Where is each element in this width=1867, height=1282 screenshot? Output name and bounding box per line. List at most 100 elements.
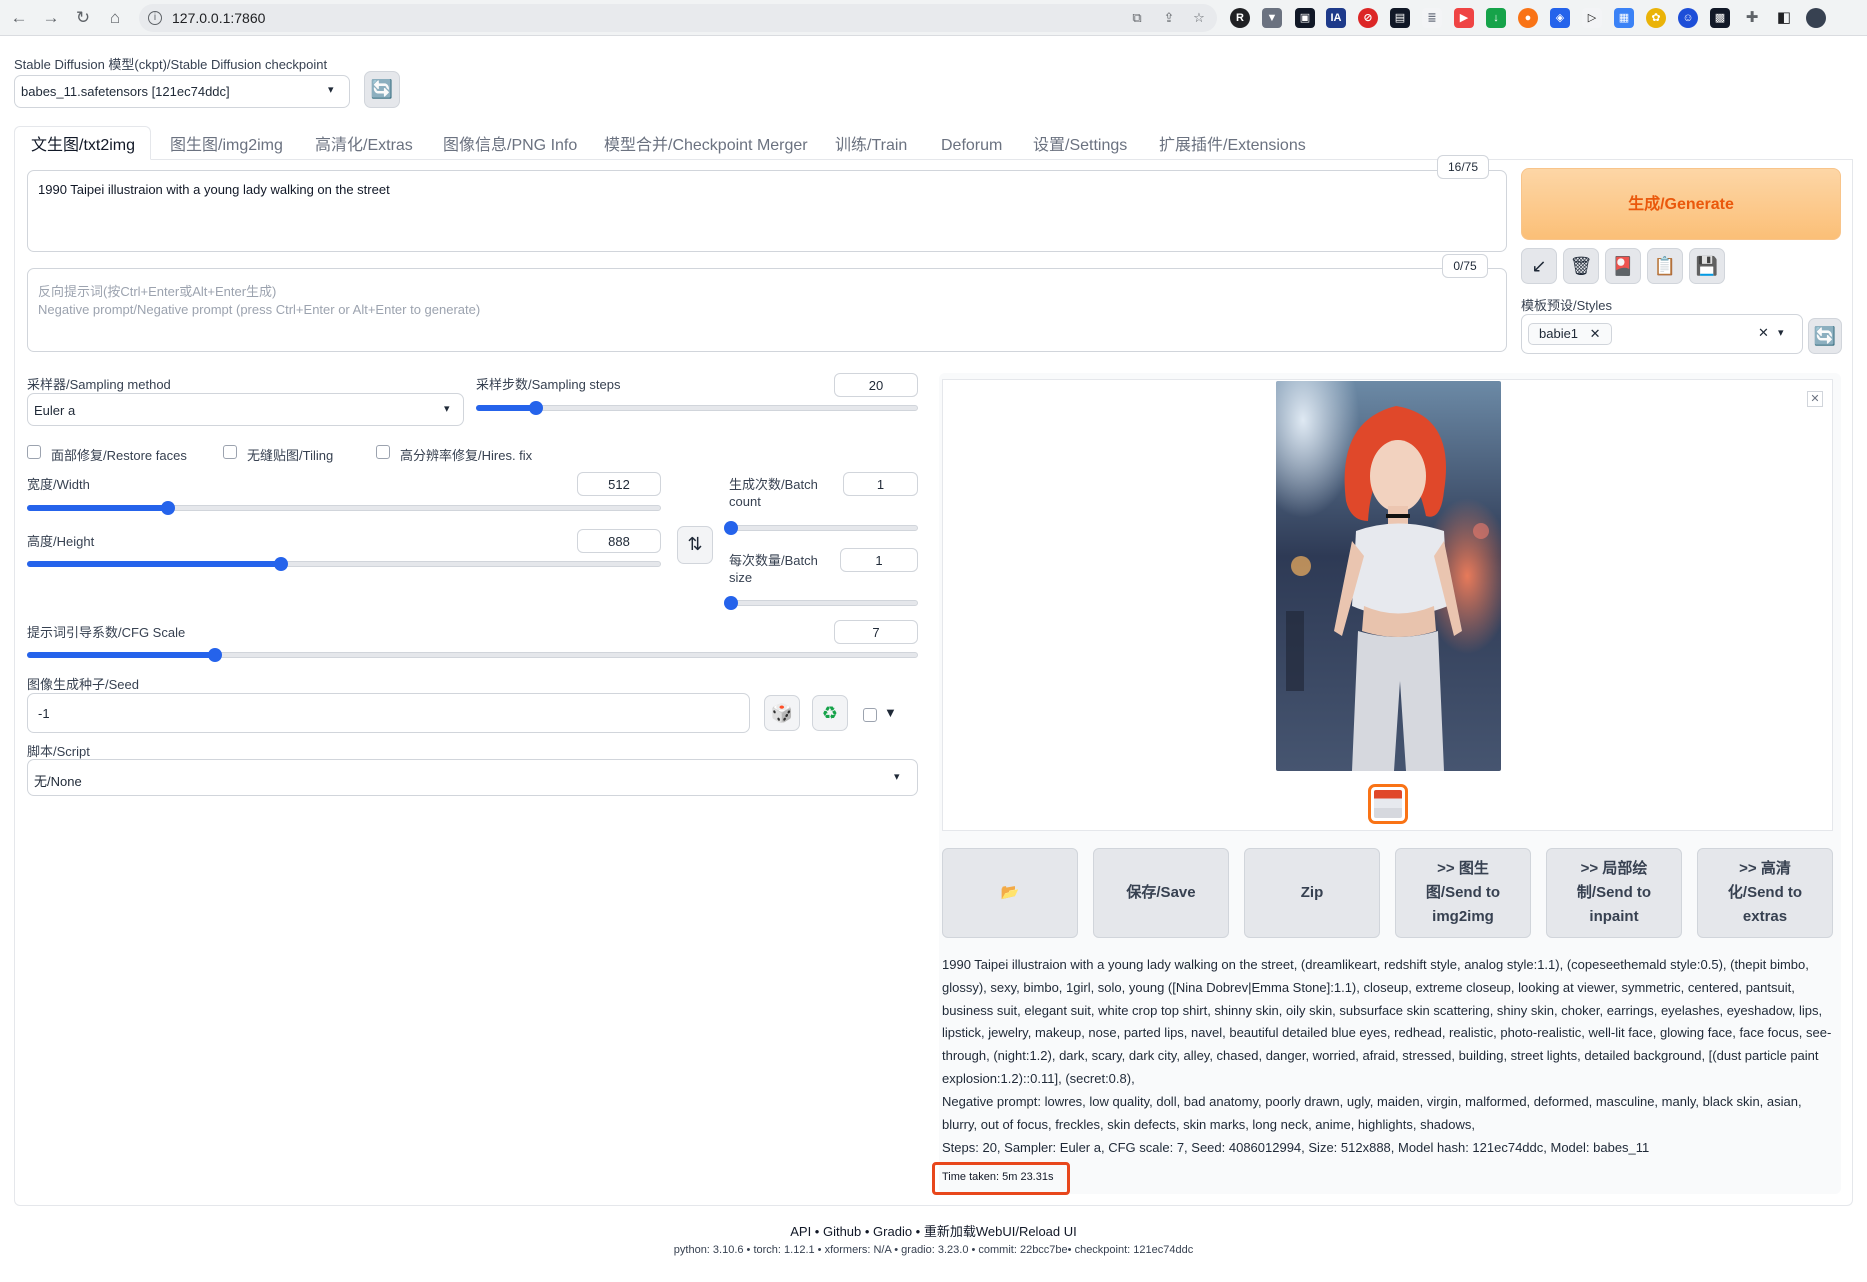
slider-handle[interactable] — [207, 648, 222, 662]
paste-params-button[interactable]: ↙ — [1521, 248, 1557, 284]
chevron-down-icon: ▾ — [894, 771, 900, 783]
extension-ia-icon[interactable]: IA — [1326, 8, 1346, 28]
refresh-checkpoint-button[interactable]: 🔄 — [364, 71, 400, 108]
slider-handle[interactable] — [273, 557, 288, 571]
batch-count-input[interactable]: 1 — [843, 472, 918, 496]
open-folder-button[interactable]: 📂 — [942, 848, 1078, 938]
batch-count-label-line1: 生成次数/Batch — [729, 477, 818, 492]
address-bar[interactable] — [139, 4, 1217, 32]
generate-button[interactable]: 生成/Generate — [1521, 168, 1841, 240]
clear-styles-icon[interactable]: ✕ — [1758, 325, 1769, 341]
extension-play-icon[interactable]: ▷ — [1582, 8, 1602, 28]
forward-icon[interactable]: → — [40, 7, 62, 29]
slider-handle[interactable] — [528, 401, 543, 415]
recycle-icon: ♻ — [821, 703, 839, 723]
generated-image[interactable] — [1276, 381, 1501, 771]
width-slider[interactable] — [27, 501, 661, 515]
height-slider[interactable] — [27, 557, 661, 571]
zip-button[interactable]: Zip — [1244, 848, 1380, 938]
extension-list-icon[interactable]: ≣ — [1422, 8, 1442, 28]
batch-size-slider[interactable] — [724, 596, 918, 610]
send-to-img2img-button[interactable]: >> 图生图/Send to img2img — [1395, 848, 1531, 938]
cfg-scale-slider[interactable] — [27, 648, 918, 662]
negative-prompt-input[interactable]: 反向提示词(按Ctrl+Enter或Alt+Enter生成) Negative … — [27, 268, 1507, 352]
extension-qr-icon[interactable]: ▩ — [1710, 8, 1730, 28]
back-icon[interactable]: ← — [8, 7, 30, 29]
restore-faces-checkbox[interactable] — [27, 445, 41, 459]
tiling-checkbox[interactable] — [223, 445, 237, 459]
sampling-steps-input[interactable]: 20 — [834, 373, 918, 397]
tab-extras[interactable]: 高清化/Extras — [315, 131, 413, 161]
tab-extensions[interactable]: 扩展插件/Extensions — [1159, 131, 1306, 161]
extension-red-icon[interactable]: ⊘ — [1358, 8, 1378, 28]
tab-checkpoint-merger[interactable]: 模型合并/Checkpoint Merger — [604, 131, 808, 161]
tab-train[interactable]: 训练/Train — [835, 131, 907, 161]
prompt-input[interactable]: 1990 Taipei illustraion with a young lad… — [27, 170, 1507, 252]
checkpoint-select[interactable]: babes_11.safetensors [121ec74ddc] ▾ — [14, 75, 350, 108]
footer-links[interactable]: API • Github • Gradio • 重新加载WebUI/Reload… — [0, 1221, 1867, 1240]
generation-info-negative: Negative prompt: lowres, low quality, do… — [942, 1094, 1802, 1132]
extension-badge-icon[interactable]: ▣ — [1295, 8, 1315, 28]
batch-size-input[interactable]: 1 — [840, 548, 918, 572]
script-value: 无/None — [34, 774, 82, 789]
swap-dimensions-button[interactable]: ⇅ — [677, 526, 713, 564]
slider-handle[interactable] — [724, 521, 738, 535]
extension-shop-icon[interactable]: ▤ — [1390, 8, 1410, 28]
extension-flower-icon[interactable]: ✿ — [1646, 8, 1666, 28]
remove-style-icon[interactable]: ✕ — [1590, 326, 1601, 341]
batch-count-slider[interactable] — [724, 521, 918, 535]
random-seed-button[interactable]: 🎲 — [764, 695, 800, 731]
style-chip: babie1 ✕ — [1528, 323, 1612, 345]
restore-faces-label: 面部修复/Restore faces — [51, 448, 187, 463]
url-text: 127.0.0.1:7860 — [172, 10, 266, 26]
sampling-method-select[interactable]: Euler a ▾ — [27, 393, 464, 426]
puzzle-icon[interactable]: ✚ — [1742, 8, 1762, 28]
width-input[interactable]: 512 — [577, 472, 661, 496]
styles-select[interactable]: babie1 ✕ ✕ ▾ — [1521, 314, 1803, 354]
bookmark-star-icon[interactable]: ☆ — [1190, 9, 1208, 27]
info-icon[interactable]: i — [148, 11, 162, 25]
extension-github-icon[interactable]: ● — [1518, 8, 1538, 28]
extension-r-icon[interactable]: R — [1230, 8, 1250, 28]
thumbnail-image — [1374, 790, 1402, 818]
refresh-styles-button[interactable]: 🔄 — [1808, 318, 1842, 354]
extension-face-icon[interactable]: ☺ — [1678, 8, 1698, 28]
clear-prompt-button[interactable]: 🗑 — [1563, 248, 1599, 284]
share-icon[interactable]: ⇪ — [1160, 9, 1178, 27]
generated-image-art — [1276, 381, 1501, 771]
extra-networks-button[interactable]: 🎴 — [1605, 248, 1641, 284]
extension-grid-icon[interactable]: ▦ — [1614, 8, 1634, 28]
sampling-steps-slider[interactable] — [476, 401, 918, 415]
reload-icon[interactable]: ↻ — [72, 7, 94, 29]
gallery-thumbnail[interactable] — [1368, 784, 1408, 824]
extra-seed-toggle-icon[interactable]: ▼ — [884, 705, 897, 720]
save-button[interactable]: 保存/Save — [1093, 848, 1229, 938]
reuse-seed-button[interactable]: ♻ — [812, 695, 848, 731]
tab-txt2img[interactable]: 文生图/txt2img — [31, 131, 135, 161]
hires-fix-checkbox[interactable] — [376, 445, 390, 459]
extra-seed-checkbox[interactable] — [863, 708, 877, 722]
send-to-inpaint-button[interactable]: >> 局部绘制/Send to inpaint — [1546, 848, 1682, 938]
tab-png-info[interactable]: 图像信息/PNG Info — [443, 131, 577, 161]
extension-blue-icon[interactable]: ◈ — [1550, 8, 1570, 28]
slider-fill — [476, 405, 535, 411]
send-to-extras-button[interactable]: >> 高清化/Send to extras — [1697, 848, 1833, 938]
tab-img2img[interactable]: 图生图/img2img — [170, 131, 283, 161]
save-style-button[interactable]: 💾 — [1689, 248, 1725, 284]
tab-settings[interactable]: 设置/Settings — [1033, 131, 1127, 161]
extension-video-icon[interactable]: ▶ — [1454, 8, 1474, 28]
seed-input[interactable]: -1 — [27, 693, 750, 733]
home-icon[interactable]: ⌂ — [104, 7, 126, 29]
close-gallery-icon[interactable]: ✕ — [1807, 391, 1823, 407]
tab-deforum[interactable]: Deforum — [941, 131, 1002, 161]
profile-avatar[interactable] — [1806, 8, 1826, 28]
translate-icon[interactable]: ⧉ — [1128, 9, 1146, 27]
extension-v-icon[interactable]: ▼ — [1262, 8, 1282, 28]
script-select[interactable]: 无/None ▾ — [27, 759, 918, 796]
slider-handle[interactable] — [724, 596, 738, 610]
sidebar-icon[interactable]: ◧ — [1774, 8, 1794, 28]
extension-download-icon[interactable]: ↓ — [1486, 8, 1506, 28]
cfg-scale-input[interactable]: 7 — [834, 620, 918, 644]
apply-style-button[interactable]: 📋 — [1647, 248, 1683, 284]
height-input[interactable]: 888 — [577, 529, 661, 553]
